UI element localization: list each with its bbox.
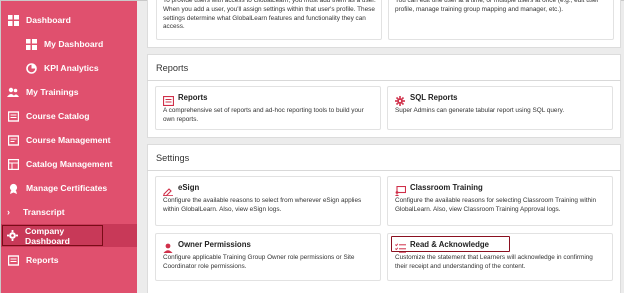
sidebar-item-dashboard[interactable]: Dashboard [1,9,137,31]
read-acknowledge-card-desc: Customize the statement that Learners wi… [395,254,593,270]
sidebar: Dashboard My Dashboard KPI Analytics My … [1,1,137,293]
esign-card[interactable]: eSign Configure the available reasons to… [155,176,381,226]
sidebar-item-transcript[interactable]: › Transcript [1,201,137,223]
sql-reports-card[interactable]: SQL Reports Super Admins can generate ta… [387,86,613,130]
sidebar-item-kpi-analytics[interactable]: KPI Analytics [1,57,137,79]
bulk-users-card[interactable]: You can edit one user at a time, or mult… [388,0,614,40]
my-dashboard-icon [25,38,37,50]
sidebar-item-course-catalog[interactable]: Course Catalog [1,105,137,127]
settings-divider [147,170,621,171]
course-catalog-icon [7,110,19,122]
classroom-training-card-desc: Configure the available reasons for sele… [395,197,597,213]
reports-divider [147,80,621,81]
reports-list-icon [162,93,175,107]
sidebar-item-label: Catalog Management [26,159,113,169]
owner-permissions-card-title: Owner Permissions [178,240,251,249]
reports-card-title: Reports [178,93,208,102]
chevron-right-icon: › [7,207,10,217]
owner-icon [163,240,173,253]
sidebar-item-reports[interactable]: Reports [1,249,137,271]
reports-card[interactable]: Reports A comprehensive set of reports a… [155,86,381,130]
classroom-training-card[interactable]: Classroom Training Configure the availab… [387,176,613,226]
owner-permissions-card-desc: Configure applicable Training Group Owne… [163,254,355,270]
esign-card-title: eSign [178,183,200,192]
owner-permissions-card[interactable]: Owner Permissions Configure applicable T… [155,233,381,281]
esign-icon [163,183,173,197]
sql-reports-card-desc: Super Admins can generate tabular report… [395,107,565,114]
active-row-band [104,224,137,247]
sql-reports-card-title: SQL Reports [410,93,458,102]
certificate-icon [7,182,19,194]
classroom-training-card-title: Classroom Training [410,183,483,192]
sidebar-item-my-trainings[interactable]: My Trainings [1,81,137,103]
sidebar-item-label: Course Management [26,135,111,145]
course-management-icon [7,134,19,146]
sidebar-item-my-dashboard[interactable]: My Dashboard [1,33,137,55]
catalog-management-icon [7,158,19,170]
main-content: To provide users with access to GlobalLe… [137,0,624,293]
sidebar-item-label: My Dashboard [44,39,104,49]
sidebar-item-catalog-management[interactable]: Catalog Management [1,153,137,175]
read-acknowledge-highlight [391,236,510,252]
sidebar-item-label: Transcript [23,207,65,217]
classroom-icon [395,183,407,196]
gear-icon [7,230,18,242]
kpi-analytics-icon [25,62,37,74]
sidebar-item-label: Course Catalog [26,111,90,121]
sidebar-item-label: Manage Certificates [26,183,108,193]
users-card-desc: To provide users with access to GlobalLe… [163,0,376,31]
settings-section-title: Settings [156,153,190,163]
sidebar-item-label: Company Dashboard [25,225,70,246]
sidebar-item-company-dashboard[interactable]: Company Dashboard [1,224,104,247]
dashboard-icon [7,14,19,26]
sidebar-item-label: Reports [26,255,59,265]
users-card[interactable]: To provide users with access to GlobalLe… [156,0,382,40]
sidebar-item-label: KPI Analytics [44,63,99,73]
reports-icon [7,254,19,266]
reports-card-desc: A comprehensive set of reports and ad-ho… [163,107,364,123]
sidebar-item-manage-certificates[interactable]: Manage Certificates [1,177,137,199]
trainings-icon [7,86,19,98]
reports-section-title: Reports [156,63,189,73]
sql-gear-icon [395,93,405,106]
esign-card-desc: Configure the available reasons to selec… [163,197,362,213]
sidebar-item-label: My Trainings [26,87,79,97]
sidebar-item-course-management[interactable]: Course Management [1,129,137,151]
bulk-users-card-desc: You can edit one user at a time, or mult… [395,0,599,13]
users-section: To provide users with access to GlobalLe… [147,0,621,48]
sidebar-item-label: Dashboard [26,15,71,25]
